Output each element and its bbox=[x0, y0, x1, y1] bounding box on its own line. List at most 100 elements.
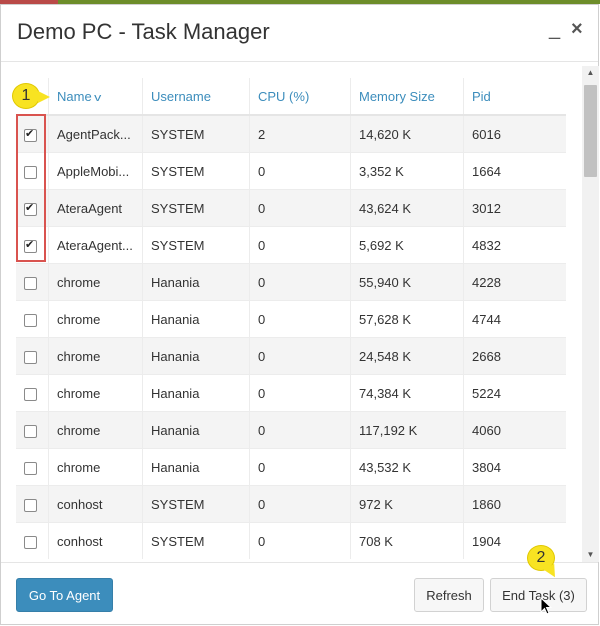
table-row[interactable]: chrome Hanania 0 55,940 K 4228 bbox=[16, 263, 566, 301]
table-row[interactable]: chrome Hanania 0 43,532 K 3804 bbox=[16, 448, 566, 486]
end-task-button[interactable]: End Task (3) bbox=[490, 578, 587, 612]
column-header-name-label: Name bbox=[57, 88, 92, 104]
row-select-cell bbox=[16, 152, 49, 190]
process-username: SYSTEM bbox=[142, 114, 250, 153]
row-select-cell bbox=[16, 226, 49, 264]
process-pid: 2668 bbox=[463, 337, 566, 375]
scrollbar-thumb[interactable] bbox=[584, 85, 597, 177]
process-name: conhost bbox=[48, 485, 143, 523]
row-checkbox[interactable] bbox=[24, 313, 37, 327]
column-header-cpu[interactable]: CPU (%) bbox=[249, 78, 351, 116]
process-name: AteraAgent bbox=[48, 189, 143, 227]
process-username: SYSTEM bbox=[142, 152, 250, 190]
row-checkbox[interactable] bbox=[24, 387, 37, 401]
process-cpu: 0 bbox=[249, 485, 351, 523]
process-name: AgentPack... bbox=[48, 114, 143, 153]
process-pid: 3012 bbox=[463, 189, 566, 227]
column-header-pid-label: Pid bbox=[472, 88, 491, 104]
scroll-up-icon[interactable]: ▲ bbox=[582, 66, 599, 80]
dialog-footer: Go To Agent Refresh End Task (3) bbox=[1, 562, 598, 625]
row-select-cell bbox=[16, 522, 49, 559]
process-cpu: 0 bbox=[249, 522, 351, 559]
process-username: Hanania bbox=[142, 337, 250, 375]
row-checkbox[interactable] bbox=[24, 127, 37, 142]
vertical-scrollbar[interactable]: ▲ ▼ bbox=[582, 66, 599, 562]
table-row[interactable]: chrome Hanania 0 74,384 K 5224 bbox=[16, 374, 566, 412]
process-pid: 5224 bbox=[463, 374, 566, 412]
process-pid: 4744 bbox=[463, 300, 566, 338]
process-cpu: 0 bbox=[249, 448, 351, 486]
column-header-username-label: Username bbox=[151, 88, 211, 104]
callout-badge-2: 2 bbox=[527, 545, 555, 571]
row-checkbox[interactable] bbox=[24, 461, 37, 475]
column-header-memory[interactable]: Memory Size bbox=[350, 78, 464, 116]
table-row[interactable]: chrome Hanania 0 57,628 K 4744 bbox=[16, 300, 566, 338]
process-memory: 74,384 K bbox=[350, 374, 464, 412]
table-row[interactable]: AgentPack...SYSTEM214,620 K6016 bbox=[16, 114, 566, 153]
process-username: Hanania bbox=[142, 374, 250, 412]
process-cpu: 0 bbox=[249, 337, 351, 375]
process-memory: 57,628 K bbox=[350, 300, 464, 338]
process-username: Hanania bbox=[142, 411, 250, 449]
row-checkbox[interactable] bbox=[24, 165, 37, 179]
process-memory: 708 K bbox=[350, 522, 464, 559]
table-header-row: Name v Username CPU (%) Memory Size Pid bbox=[16, 78, 566, 116]
callout-badge-1: 1 bbox=[12, 83, 50, 109]
row-select-cell bbox=[16, 189, 49, 227]
row-select-cell bbox=[16, 263, 49, 301]
table-row[interactable]: conhost SYSTEM 0 972 K 1860 bbox=[16, 485, 566, 523]
process-name: chrome bbox=[48, 337, 143, 375]
row-select-cell bbox=[16, 411, 49, 449]
process-username: Hanania bbox=[142, 448, 250, 486]
table-row[interactable]: AppleMobi... SYSTEM 0 3,352 K 1664 bbox=[16, 152, 566, 190]
column-header-username[interactable]: Username bbox=[142, 78, 250, 116]
process-cpu: 0 bbox=[249, 411, 351, 449]
go-to-agent-button[interactable]: Go To Agent bbox=[16, 578, 113, 612]
process-memory: 24,548 K bbox=[350, 337, 464, 375]
chevron-down-icon: v bbox=[93, 91, 102, 104]
row-checkbox[interactable] bbox=[24, 276, 37, 290]
row-checkbox[interactable] bbox=[24, 238, 37, 253]
dialog-header: Demo PC - Task Manager _ × bbox=[1, 5, 598, 62]
process-cpu: 2 bbox=[249, 114, 351, 153]
table-row[interactable]: AteraAgentSYSTEM043,624 K3012 bbox=[16, 189, 566, 227]
process-username: SYSTEM bbox=[142, 485, 250, 523]
column-header-name[interactable]: Name v bbox=[48, 78, 143, 116]
process-cpu: 0 bbox=[249, 263, 351, 301]
process-cpu: 0 bbox=[249, 189, 351, 227]
row-select-cell bbox=[16, 300, 49, 338]
process-pid: 1664 bbox=[463, 152, 566, 190]
process-memory: 972 K bbox=[350, 485, 464, 523]
table-row[interactable]: AteraAgent...SYSTEM05,692 K4832 bbox=[16, 226, 566, 264]
table-row[interactable]: conhost SYSTEM 0 708 K 1904 bbox=[16, 522, 566, 559]
table-row[interactable]: chrome Hanania 0 117,192 K 4060 bbox=[16, 411, 566, 449]
refresh-button[interactable]: Refresh bbox=[414, 578, 484, 612]
process-cpu: 0 bbox=[249, 226, 351, 264]
row-checkbox[interactable] bbox=[24, 201, 37, 216]
process-pid: 4060 bbox=[463, 411, 566, 449]
row-checkbox[interactable] bbox=[24, 498, 37, 512]
row-checkbox[interactable] bbox=[24, 535, 37, 549]
close-icon[interactable]: × bbox=[571, 19, 583, 39]
process-name: conhost bbox=[48, 522, 143, 559]
column-header-pid[interactable]: Pid bbox=[463, 78, 566, 116]
row-checkbox[interactable] bbox=[24, 424, 37, 438]
scroll-down-icon[interactable]: ▼ bbox=[582, 548, 599, 562]
row-checkbox[interactable] bbox=[24, 350, 37, 364]
process-cpu: 0 bbox=[249, 374, 351, 412]
row-select-cell bbox=[16, 485, 49, 523]
process-memory: 117,192 K bbox=[350, 411, 464, 449]
process-name: chrome bbox=[48, 448, 143, 486]
process-memory: 43,532 K bbox=[350, 448, 464, 486]
table-row[interactable]: chrome Hanania 0 24,548 K 2668 bbox=[16, 337, 566, 375]
process-username: SYSTEM bbox=[142, 522, 250, 559]
process-name: AppleMobi... bbox=[48, 152, 143, 190]
dialog-title: Demo PC - Task Manager bbox=[17, 19, 270, 44]
process-pid: 6016 bbox=[463, 114, 566, 153]
row-select-cell bbox=[16, 448, 49, 486]
task-manager-dialog: Demo PC - Task Manager _ × Name v Usernam… bbox=[0, 4, 599, 625]
column-header-memory-label: Memory Size bbox=[359, 88, 435, 104]
minimize-icon[interactable]: _ bbox=[549, 19, 560, 39]
process-table: Namev Username CPU (%) Memory Size Pid A… bbox=[16, 78, 566, 559]
process-memory: 14,620 K bbox=[350, 114, 464, 153]
